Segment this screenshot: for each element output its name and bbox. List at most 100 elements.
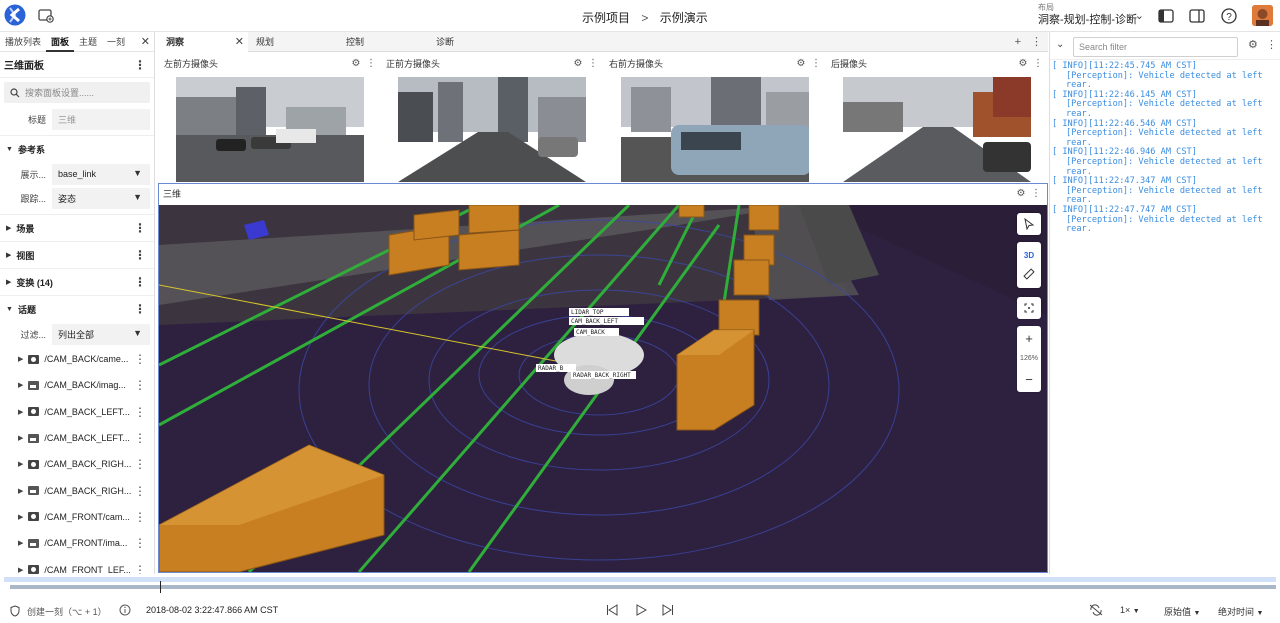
tab-playlist[interactable]: 播放列表 [0, 32, 46, 52]
caret-right-icon[interactable]: ▶ [18, 487, 23, 495]
zoom-in-button[interactable]: + [1025, 331, 1033, 346]
more-options-icon[interactable]: ⋮ [134, 353, 146, 365]
speed-select[interactable]: 1× ▼ [1120, 605, 1140, 615]
more-options-icon[interactable]: ⋮ [1031, 32, 1042, 52]
camera-panel-front[interactable]: 正前方摄像头 ⚙ ⋮ [382, 55, 602, 182]
gear-icon[interactable]: ⚙ [1018, 58, 1027, 69]
more-options-icon[interactable]: ⋮ [134, 276, 146, 288]
avatar[interactable] [1252, 5, 1273, 26]
tab-diagnostics[interactable]: 诊断 [428, 32, 518, 52]
more-options-icon[interactable]: ⋮ [1266, 38, 1277, 51]
more-options-icon[interactable]: ⋮ [811, 58, 821, 69]
select-tool-button[interactable] [1017, 213, 1041, 235]
display-frame-select[interactable]: base_link ▼ [52, 163, 150, 185]
caret-right-icon[interactable]: ▶ [18, 539, 23, 547]
timeline-track[interactable] [10, 585, 1276, 589]
play-icon[interactable] [635, 604, 648, 618]
more-options-icon[interactable]: ⋮ [134, 406, 146, 418]
panel-settings-search[interactable]: 搜索面板设置...... [4, 82, 150, 103]
tab-planning[interactable]: 规划 [248, 32, 338, 52]
ruler-icon[interactable] [1023, 267, 1035, 280]
topic-row[interactable]: ▶ /CAM_BACK/imag... ⋮ [0, 372, 154, 398]
3d-mode-button[interactable]: 3D [1024, 251, 1034, 260]
topic-row[interactable]: ▶ /CAM_BACK_LEFT... ⋮ [0, 399, 154, 425]
new-window-icon[interactable] [37, 7, 55, 25]
playhead[interactable] [160, 581, 161, 593]
caret-right-icon[interactable]: ▶ [18, 381, 23, 389]
more-options-icon[interactable]: ⋮ [134, 303, 146, 315]
camera-panel-front-right[interactable]: 右前方摄像头 ⚙ ⋮ [605, 55, 825, 182]
title-input[interactable]: 三维 [52, 108, 150, 130]
caret-right-icon[interactable]: ▶ [18, 434, 23, 442]
more-options-icon[interactable]: ⋮ [134, 222, 146, 234]
gear-icon[interactable]: ⚙ [1248, 38, 1258, 51]
app-logo-icon[interactable] [4, 4, 26, 26]
section-scene[interactable]: ▶ 场景 ⋮ [0, 214, 154, 241]
topic-filter-select[interactable]: 列出全部 ▼ [52, 323, 150, 345]
camera-panel-back[interactable]: 后摄像头 ⚙ ⋮ [827, 55, 1047, 182]
skip-back-icon[interactable] [606, 604, 618, 618]
more-options-icon[interactable]: ⋮ [134, 249, 146, 261]
close-icon[interactable]: ✕ [235, 32, 244, 52]
more-options-icon[interactable]: ⋮ [134, 564, 146, 574]
zoom-out-button[interactable]: − [1025, 372, 1033, 387]
breadcrumb-item[interactable]: 示例演示 [660, 9, 708, 26]
topic-row[interactable]: ▶ /CAM_BACK/came... ⋮ [0, 346, 154, 372]
help-icon[interactable]: ? [1220, 7, 1238, 25]
layout-selector[interactable]: 布局 洞察-规划-控制-诊断 ⌄ [1038, 3, 1144, 27]
loop-off-icon[interactable] [1089, 604, 1103, 618]
topic-row[interactable]: ▶ /CAM_FRONT/cam... ⋮ [0, 504, 154, 530]
tab-moments[interactable]: 一刻 [102, 32, 130, 52]
gear-icon[interactable]: ⚙ [351, 58, 360, 69]
breadcrumb-project[interactable]: 示例项目 [582, 9, 630, 26]
caret-right-icon[interactable]: ▶ [18, 355, 23, 363]
topic-row[interactable]: ▶ /CAM_BACK_RIGH... ⋮ [0, 451, 154, 477]
more-options-icon[interactable]: ⋮ [134, 511, 146, 523]
follow-mode-select[interactable]: 姿态 ▼ [52, 187, 150, 209]
log-search-input[interactable]: Search filter [1073, 37, 1238, 57]
gear-icon[interactable]: ⚙ [573, 58, 582, 69]
more-options-icon[interactable]: ⋮ [1031, 188, 1041, 199]
more-options-icon[interactable]: ⋮ [134, 59, 146, 71]
more-options-icon[interactable]: ⋮ [134, 458, 146, 470]
topic-row[interactable]: ▶ /CAM_FRONT/ima... ⋮ [0, 530, 154, 556]
source-select[interactable]: 原始值 ▼ [1164, 605, 1200, 618]
caret-right-icon[interactable]: ▶ [18, 460, 23, 468]
more-options-icon[interactable]: ⋮ [134, 432, 146, 444]
more-options-icon[interactable]: ⋮ [366, 58, 376, 69]
add-tab-icon[interactable]: + [1015, 32, 1021, 52]
section-transforms[interactable]: ▶ 变换 (14) ⋮ [0, 268, 154, 295]
right-sidebar-toggle-icon[interactable] [1188, 7, 1206, 25]
gear-icon[interactable]: ⚙ [1016, 188, 1025, 199]
more-options-icon[interactable]: ⋮ [588, 58, 598, 69]
info-icon[interactable] [119, 604, 131, 618]
section-topics[interactable]: ▼ 话题 ⋮ [0, 295, 154, 322]
more-options-icon[interactable]: ⋮ [134, 537, 146, 549]
tab-panel[interactable]: 面板 [46, 32, 75, 52]
caret-right-icon[interactable]: ▶ [18, 566, 23, 574]
skip-forward-icon[interactable] [662, 604, 674, 618]
tab-control[interactable]: 控制 [338, 32, 428, 52]
topic-row[interactable]: ▶ /CAM_BACK_RIGH... ⋮ [0, 477, 154, 503]
section-view[interactable]: ▶ 视图 ⋮ [0, 241, 154, 268]
tab-topics[interactable]: 主题 [74, 32, 102, 52]
topic-row[interactable]: ▶ /CAM_FRONT_LEF... ⋮ [0, 556, 154, 574]
camera-panel-front-left[interactable]: 左前方摄像头 ⚙ ⋮ [160, 55, 380, 182]
left-sidebar-toggle-icon[interactable] [1157, 7, 1175, 25]
collapse-panel-icon[interactable]: ⌄ [1056, 39, 1064, 50]
fit-view-button[interactable] [1017, 297, 1041, 319]
topic-row[interactable]: ▶ /CAM_BACK_LEFT... ⋮ [0, 425, 154, 451]
section-reference-frame[interactable]: ▼ 参考系 [0, 135, 154, 162]
3d-viewport[interactable]: LIDAR_TOP CAM_BACK_LEFT CAM_BACK RADAR_B… [159, 203, 1047, 572]
more-options-icon[interactable]: ⋮ [1033, 58, 1043, 69]
time-format-select[interactable]: 绝对时间 ▼ [1218, 605, 1263, 618]
gear-icon[interactable]: ⚙ [796, 58, 805, 69]
more-options-icon[interactable]: ⋮ [134, 379, 146, 391]
3d-panel[interactable]: 三维 ⚙ ⋮ LIDAR_TOP CAM_BACK_LEFT CAM_BACK … [158, 183, 1048, 573]
create-moment-button[interactable]: 创建一刻（⌥ + 1） [27, 605, 107, 618]
caret-right-icon[interactable]: ▶ [18, 513, 23, 521]
tab-insight[interactable]: 洞察 ✕ [158, 31, 248, 52]
close-icon[interactable]: ✕ [141, 35, 150, 48]
caret-right-icon[interactable]: ▶ [18, 408, 23, 416]
more-options-icon[interactable]: ⋮ [134, 485, 146, 497]
